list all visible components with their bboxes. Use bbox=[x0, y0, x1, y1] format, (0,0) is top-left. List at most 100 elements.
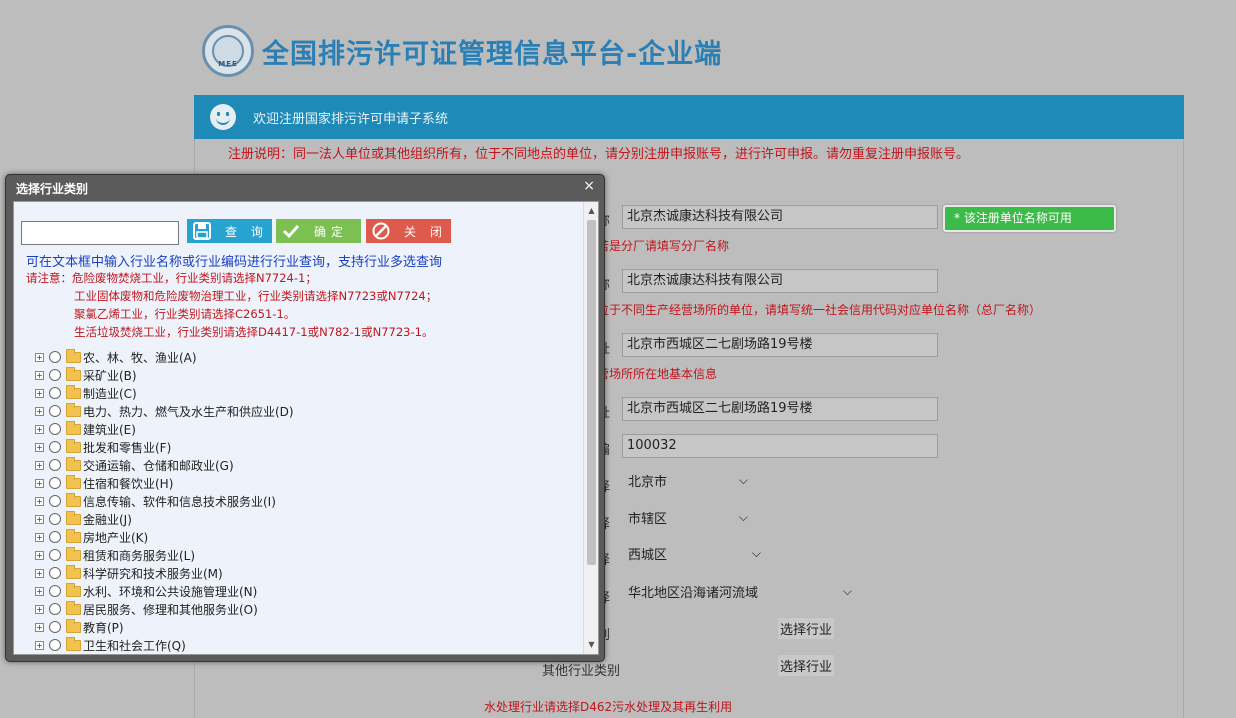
tree-item-label[interactable]: 教育(P) bbox=[83, 619, 124, 636]
radio-button[interactable] bbox=[49, 351, 61, 363]
expand-icon[interactable]: + bbox=[35, 604, 44, 614]
expand-icon[interactable]: + bbox=[35, 478, 44, 488]
expand-icon[interactable]: + bbox=[35, 406, 44, 416]
folder-icon bbox=[66, 384, 81, 399]
radio-button[interactable] bbox=[49, 369, 61, 381]
expand-icon[interactable]: + bbox=[35, 514, 44, 524]
expand-icon[interactable]: + bbox=[35, 586, 44, 596]
tree-item-label[interactable]: 金融业(J) bbox=[83, 511, 132, 528]
radio-button[interactable] bbox=[49, 477, 61, 489]
select-other-industry-button[interactable]: 选择行业 bbox=[778, 655, 835, 676]
scrollbar[interactable]: ▲ ▼ bbox=[583, 202, 598, 654]
tree-item-label[interactable]: 住宿和餐饮业(H) bbox=[83, 475, 173, 492]
tree-item-label[interactable]: 电力、热力、燃气及水生产和供应业(D) bbox=[83, 403, 294, 420]
tree-item[interactable]: + 农、林、牧、渔业(A) bbox=[35, 348, 294, 366]
tree-item-label[interactable]: 卫生和社会工作(Q) bbox=[83, 637, 186, 654]
expand-icon[interactable]: + bbox=[35, 370, 44, 380]
tree-item[interactable]: + 科学研究和技术服务业(M) bbox=[35, 564, 294, 582]
site-address-field[interactable]: 北京市西城区二七剧场路19号楼 bbox=[622, 333, 938, 357]
expand-icon[interactable]: + bbox=[35, 550, 44, 560]
radio-button[interactable] bbox=[49, 531, 61, 543]
expand-icon[interactable]: + bbox=[35, 640, 44, 650]
scroll-down-icon[interactable]: ▼ bbox=[584, 638, 598, 652]
tree-item-label[interactable]: 房地产业(K) bbox=[83, 529, 148, 546]
tree-item[interactable]: + 金融业(J) bbox=[35, 510, 294, 528]
tree-item-label[interactable]: 居民服务、修理和其他服务业(O) bbox=[83, 601, 258, 618]
industry-search-input[interactable] bbox=[21, 221, 179, 245]
radio-button[interactable] bbox=[49, 621, 61, 633]
basin-select[interactable]: 华北地区沿海诸河流域 ⌵ bbox=[628, 582, 852, 601]
expand-icon[interactable]: + bbox=[35, 568, 44, 578]
radio-button[interactable] bbox=[49, 513, 61, 525]
tree-item-label[interactable]: 水利、环境和公共设施管理业(N) bbox=[83, 583, 257, 600]
tree-item[interactable]: + 卫生和社会工作(Q) bbox=[35, 636, 294, 654]
tree-item[interactable]: + 教育(P) bbox=[35, 618, 294, 636]
expand-icon[interactable]: + bbox=[35, 352, 44, 362]
tree-item[interactable]: + 交通运输、仓储和邮政业(G) bbox=[35, 456, 294, 474]
folder-icon bbox=[66, 438, 81, 453]
expand-icon[interactable]: + bbox=[35, 496, 44, 506]
tree-item[interactable]: + 居民服务、修理和其他服务业(O) bbox=[35, 600, 294, 618]
expand-icon[interactable]: + bbox=[35, 460, 44, 470]
tree-item[interactable]: + 租赁和商务服务业(L) bbox=[35, 546, 294, 564]
tree-item-label[interactable]: 交通运输、仓储和邮政业(G) bbox=[83, 457, 234, 474]
parent-name-field[interactable]: 北京杰诚康达科技有限公司 bbox=[622, 269, 938, 293]
tree-item[interactable]: + 批发和零售业(F) bbox=[35, 438, 294, 456]
dialog-title: 选择行业类别 bbox=[16, 182, 89, 196]
scroll-up-icon[interactable]: ▲ bbox=[584, 204, 598, 218]
province-select[interactable]: 北京市 ⌵ bbox=[628, 471, 748, 490]
smiley-icon bbox=[210, 104, 236, 130]
tree-item-label[interactable]: 租赁和商务服务业(L) bbox=[83, 547, 195, 564]
district-select[interactable]: 西城区 ⌵ bbox=[628, 544, 761, 563]
expand-icon[interactable]: + bbox=[35, 388, 44, 398]
tree-item-label[interactable]: 科学研究和技术服务业(M) bbox=[83, 565, 223, 582]
select-industry-button[interactable]: 选择行业 bbox=[778, 618, 835, 639]
radio-button[interactable] bbox=[49, 639, 61, 651]
tree-item-label[interactable]: 批发和零售业(F) bbox=[83, 439, 171, 456]
welcome-banner: 欢迎注册国家排污许可申请子系统 bbox=[194, 95, 1184, 139]
folder-icon bbox=[66, 564, 81, 579]
close-button[interactable]: 关 闭 bbox=[366, 219, 451, 243]
tree-item-label[interactable]: 信息传输、软件和信息技术服务业(I) bbox=[83, 493, 276, 510]
radio-button[interactable] bbox=[49, 495, 61, 507]
office-address-field[interactable]: 北京市西城区二七剧场路19号楼 bbox=[622, 397, 938, 421]
radio-button[interactable] bbox=[49, 441, 61, 453]
tree-item[interactable]: + 电力、热力、燃气及水生产和供应业(D) bbox=[35, 402, 294, 420]
radio-button[interactable] bbox=[49, 549, 61, 561]
expand-icon[interactable]: + bbox=[35, 532, 44, 542]
tree-item-label[interactable]: 制造业(C) bbox=[83, 385, 137, 402]
scrollbar-thumb[interactable] bbox=[587, 220, 596, 565]
city-select[interactable]: 市辖区 ⌵ bbox=[628, 508, 748, 527]
postcode-field[interactable]: 100032 bbox=[622, 434, 938, 458]
radio-button[interactable] bbox=[49, 423, 61, 435]
tree-item[interactable]: + 建筑业(E) bbox=[35, 420, 294, 438]
expand-icon[interactable]: + bbox=[35, 442, 44, 452]
expand-icon[interactable]: + bbox=[35, 622, 44, 632]
mee-logo: MEE bbox=[202, 25, 254, 77]
confirm-button[interactable]: 确定 bbox=[276, 219, 361, 243]
unit-name-field[interactable]: 北京杰诚康达科技有限公司 bbox=[622, 205, 938, 229]
folder-icon bbox=[66, 474, 81, 489]
folder-icon bbox=[66, 366, 81, 381]
radio-button[interactable] bbox=[49, 603, 61, 615]
close-icon[interactable]: × bbox=[583, 178, 595, 194]
query-button[interactable]: 查 询 bbox=[187, 219, 272, 243]
radio-button[interactable] bbox=[49, 387, 61, 399]
expand-icon[interactable]: + bbox=[35, 424, 44, 434]
tree-item[interactable]: + 制造业(C) bbox=[35, 384, 294, 402]
tree-item[interactable]: + 房地产业(K) bbox=[35, 528, 294, 546]
tree-item[interactable]: + 住宿和餐饮业(H) bbox=[35, 474, 294, 492]
note-line-3: 聚氯乙烯工业，行业类别请选择C2651-1。 bbox=[74, 307, 296, 321]
tree-item[interactable]: + 水利、环境和公共设施管理业(N) bbox=[35, 582, 294, 600]
tree-item-label[interactable]: 建筑业(E) bbox=[83, 421, 136, 438]
tree-item-label[interactable]: 采矿业(B) bbox=[83, 367, 137, 384]
tree-item[interactable]: + 信息传输、软件和信息技术服务业(I) bbox=[35, 492, 294, 510]
tree-item-label[interactable]: 农、林、牧、渔业(A) bbox=[83, 349, 197, 366]
tree-item[interactable]: + 采矿业(B) bbox=[35, 366, 294, 384]
radio-button[interactable] bbox=[49, 405, 61, 417]
save-icon bbox=[191, 222, 213, 240]
radio-button[interactable] bbox=[49, 585, 61, 597]
radio-button[interactable] bbox=[49, 459, 61, 471]
radio-button[interactable] bbox=[49, 567, 61, 579]
chevron-down-icon: ⌵ bbox=[738, 510, 748, 524]
